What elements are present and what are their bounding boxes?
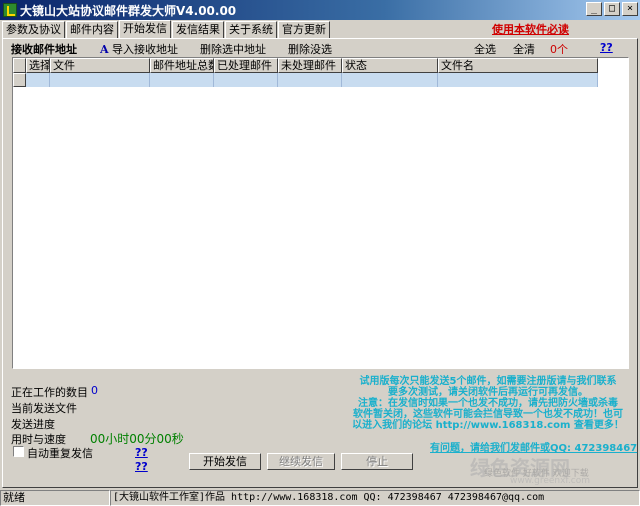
help-link-1[interactable]: ?? [135,446,148,459]
col-header-processed[interactable]: 已处理邮件 [214,58,278,73]
notice-line: 以进入我们的论坛 http://www.168318.com 查看更多！ [352,420,624,431]
trial-notice: 试用版每次只能发送5个邮件，如需要注册版请与我们联系 要多次测试，请关闭软件后再… [340,376,636,431]
watermark-logo: 绿色资源网 绿色软件 好软件 欢迎下载 www.greenxf.com [470,452,638,488]
receive-address-label: 接收邮件地址 [11,43,77,56]
auto-repeat-checkbox[interactable] [13,446,24,457]
watermark-url: www.greenxf.com [510,476,591,486]
notice-line: 要多次测试，请关闭软件后再运行可再发信。 [388,387,588,398]
notice-line: 注意：在发信时如果一个也发不成功，请先把防火墙或杀毒 [358,398,618,409]
working-count-value: 0 [91,384,98,397]
address-count: 0个 [550,43,568,56]
import-button[interactable]: A 导入接收地址 [100,41,179,56]
grid-corner [13,58,26,73]
clear-all-button[interactable]: 全清 [513,41,535,56]
select-all-button[interactable]: 全选 [474,41,496,56]
tab-send-results[interactable]: 发信结果 [172,21,224,38]
auto-repeat-label: 自动重复发信 [27,447,93,460]
minimize-button[interactable]: _ [586,2,602,16]
cell-unprocessed[interactable] [278,73,342,87]
send-progress-label: 发送进度 [11,418,55,431]
table-row[interactable] [13,73,598,87]
must-read-link[interactable]: 使用本软件必读 [492,21,569,37]
notice-line: 软件暂关闭，这些软件可能会拦信导致一个也发不成功！也可 [353,409,623,420]
cell-file[interactable] [50,73,150,87]
cell-processed[interactable] [214,73,278,87]
col-header-status[interactable]: 状态 [342,58,438,73]
status-state: 就绪 [0,490,110,506]
col-header-file[interactable]: 文件 [50,58,150,73]
help-link[interactable]: ?? [600,41,613,55]
tab-start-sending[interactable]: 开始发信 [119,20,171,38]
app-icon [3,3,17,17]
tab-mail-content[interactable]: 邮件内容 [66,21,118,38]
col-header-filename[interactable]: 文件名 [438,58,598,73]
col-header-unprocessed[interactable]: 未处理邮件 [278,58,342,73]
tab-about[interactable]: 关于系统 [225,21,277,38]
stop-button[interactable]: 停止 [341,453,413,470]
col-header-select[interactable]: 选择 [26,58,50,73]
cell-total[interactable] [150,73,214,87]
current-file-label: 当前发送文件 [11,402,77,415]
col-header-total[interactable]: 邮件地址总数 [150,58,214,73]
delete-unselected-button[interactable]: 删除没选 [288,41,332,56]
notice-line: 试用版每次只能发送5个邮件，如需要注册版请与我们联系 [359,376,617,387]
tab-bar: 参数及协议 邮件内容 开始发信 发信结果 关于系统 官方更新 [2,20,331,38]
help-link-2[interactable]: ?? [135,460,148,473]
import-icon: A [100,43,109,56]
working-count-label: 正在工作的数目 [11,386,88,399]
cell-select[interactable] [26,73,50,87]
address-grid[interactable]: 选择 文件 邮件地址总数 已处理邮件 未处理邮件 状态 文件名 [12,57,629,369]
grid-header: 选择 文件 邮件地址总数 已处理邮件 未处理邮件 状态 文件名 [13,58,598,73]
delete-selected-button[interactable]: 删除选中地址 [200,41,266,56]
title-bar: 大镜山大站协议邮件群发大师V4.00.00 _ □ × [0,0,640,20]
close-button[interactable]: × [622,2,638,16]
tab-params[interactable]: 参数及协议 [2,21,65,38]
window-title: 大镜山大站协议邮件群发大师V4.00.00 [20,3,237,18]
row-indicator[interactable] [13,73,26,87]
maximize-button[interactable]: □ [604,2,620,16]
tab-official-update[interactable]: 官方更新 [278,21,330,38]
status-credit: [大镜山软件工作室]作品 http://www.168318.com QQ: 4… [110,490,640,506]
status-bar: 就绪 [大镜山软件工作室]作品 http://www.168318.com QQ… [0,490,640,506]
start-sending-button[interactable]: 开始发信 [189,453,261,470]
cell-status[interactable] [342,73,438,87]
continue-sending-button[interactable]: 继续发信 [267,453,335,470]
cell-filename[interactable] [438,73,598,87]
import-label: 导入接收地址 [112,43,179,56]
elapsed-time-value: 00小时00分00秒 [90,432,184,446]
